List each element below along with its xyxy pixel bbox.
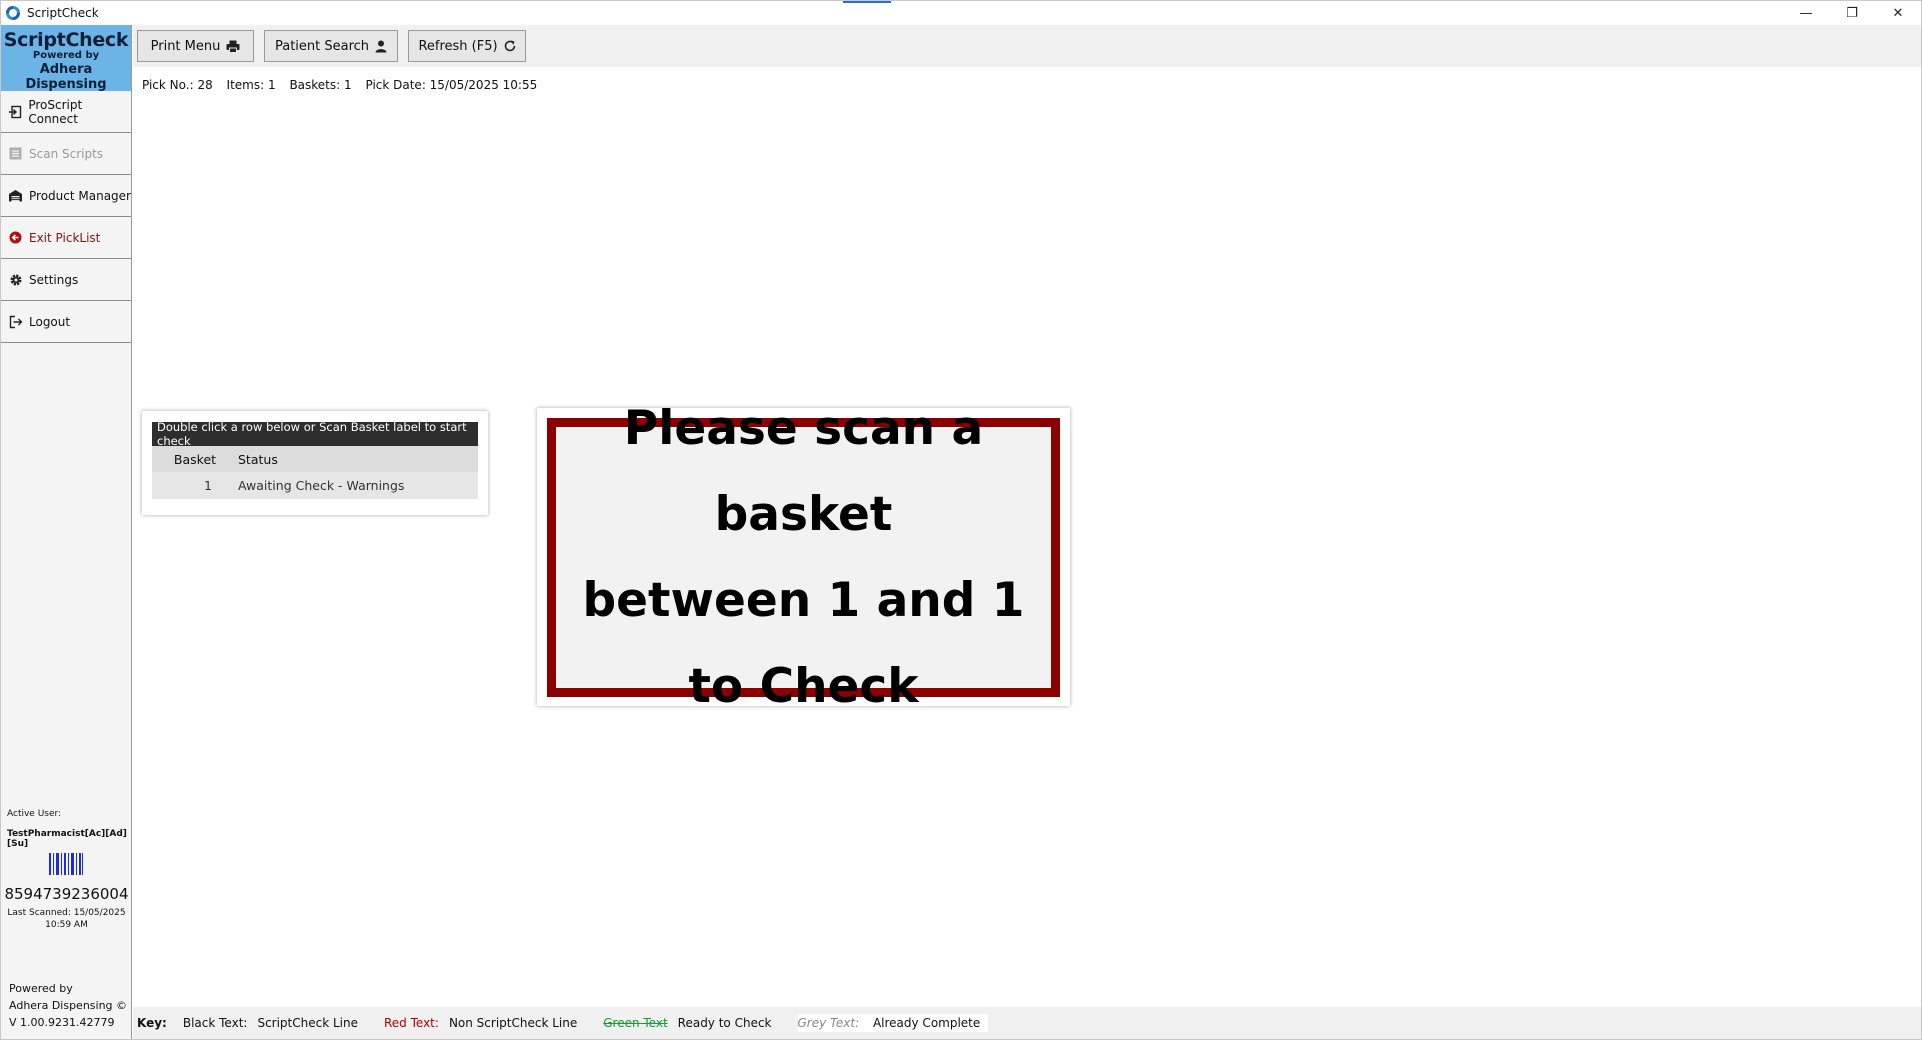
sidebar-item-label: ProScript Connect [28,97,83,126]
key-grey-desc: Already Complete [872,1016,981,1030]
brand-company: Adhera Dispensing [25,62,107,92]
refresh-icon [504,40,516,52]
login-arrow-icon [8,104,22,119]
scan-message-panel: Please scan a basket between 1 and 1 to … [537,401,1070,714]
last-scanned: Last Scanned: 15/05/2025 10:59 AM [1,907,132,931]
app-window: ScriptCheck — ❐ ✕ ScriptCheck Powered by… [0,0,1922,1040]
brand-name: ScriptCheck [3,29,129,51]
user-icon [375,40,387,53]
key-black-desc: ScriptCheck Line [257,1016,358,1030]
pick-baskets: Baskets: 1 [289,78,352,92]
list-icon [8,146,23,161]
sidebar-item-label: Settings [29,272,79,287]
scan-message-line2: between 1 and 1 [582,572,1025,628]
key-green-desc: Ready to Check [677,1016,772,1030]
pick-number: Pick No.: 28 [142,78,213,92]
warehouse-icon [8,188,23,203]
active-user-name: TestPharmacist[Ac][Ad][Su] [7,829,127,849]
column-header-basket[interactable]: Basket [152,452,238,467]
scan-message-line1: Please scan a basket [623,400,984,542]
patient-search-button[interactable]: Patient Search [264,30,398,62]
last-scanned-date: Last Scanned: 15/05/2025 [7,908,126,918]
sidebar-item-label: Product Manager [29,188,131,203]
brand-powered-by: Powered by [32,50,100,61]
scan-message-line3: to Check [688,658,919,714]
sidebar-item-label: Logout [29,314,71,329]
sidebar-item-product-manager[interactable]: Product Manager [1,175,131,217]
print-menu-label: Print Menu [150,38,221,54]
pick-date: Pick Date: 15/05/2025 10:55 [365,78,538,92]
print-menu-button[interactable]: Print Menu [137,30,254,62]
sidebar: ScriptCheck Powered by Adhera Dispensing… [1,25,132,1039]
window-title: ScriptCheck [27,6,99,20]
sidebar-item-exit-picklist[interactable]: Exit PickList [1,217,131,259]
key-black-label: Black Text: [182,1016,248,1030]
patient-search-label: Patient Search [274,38,370,54]
printer-icon [226,40,240,53]
circle-arrow-left-icon [8,230,23,245]
key-grey-label: Grey Text: [797,1016,860,1030]
scan-message-box: Please scan a basket between 1 and 1 to … [547,401,1060,714]
key-red-label: Red Text: [384,1016,439,1030]
window-controls: — ❐ ✕ [1783,1,1921,25]
barcode-number: 8594739236004 [4,885,129,903]
key-label: Key: [137,1016,167,1030]
pick-info: Pick No.: 28 Items: 1 Baskets: 1 Pick Da… [142,78,547,92]
table-row[interactable]: 1 Awaiting Check - Warnings [152,472,478,499]
basket-table-columns: Basket Status [152,446,478,472]
refresh-button[interactable]: Refresh (F5) [408,30,526,62]
key-grey-group: Grey Text: Already Complete [797,1014,989,1032]
pick-items: Items: 1 [226,78,276,92]
toolbar: Print Menu Patient Search Refresh (F5) [133,25,1921,67]
sidebar-item-scan-scripts[interactable]: Scan Scripts [1,133,131,175]
refresh-label: Refresh (F5) [418,38,498,54]
basket-number-cell: 1 [204,478,212,493]
active-user-label: Active User: [7,809,62,819]
brand-block: ScriptCheck Powered by Adhera Dispensing [1,25,131,92]
scriptcheck-logo-icon [5,5,21,21]
sidebar-item-label: Exit PickList [29,230,101,245]
sidebar-item-logout[interactable]: Logout [1,301,131,343]
sidebar-item-label: Scan Scripts [29,146,104,161]
key-legend-bar: Key: Black Text: ScriptCheck Line Red Te… [133,1007,1921,1039]
close-button[interactable]: ✕ [1875,1,1921,25]
last-scanned-time: 10:59 AM [45,920,88,930]
powered-by-footer: Powered by Adhera Dispensing © V 1.00.92… [9,980,127,1031]
logout-icon [8,314,23,329]
minimize-button[interactable]: — [1783,1,1829,25]
barcode-icon [49,853,83,875]
basket-panel: Double click a row below or Scan Basket … [142,411,488,515]
title-bar: ScriptCheck — ❐ ✕ [1,1,1921,25]
basket-status-cell: Awaiting Check - Warnings [238,478,405,493]
gear-icon [8,272,23,287]
restore-button[interactable]: ❐ [1829,1,1875,25]
column-header-status[interactable]: Status [238,452,278,467]
footer-version: V 1.00.9231.42779 [9,1016,115,1029]
sidebar-item-settings[interactable]: Settings [1,259,131,301]
sidebar-item-proscript-connect[interactable]: ProScript Connect [1,91,131,133]
key-green-label: Green Text [603,1016,668,1030]
focus-indicator [843,1,891,3]
footer-powered-by: Powered by [9,982,73,995]
key-red-desc: Non ScriptCheck Line [448,1016,578,1030]
scan-message-text: Please scan a basket between 1 and 1 to … [559,386,1049,730]
footer-company: Adhera Dispensing © [9,999,128,1012]
basket-table-header: Double click a row below or Scan Basket … [152,420,478,448]
